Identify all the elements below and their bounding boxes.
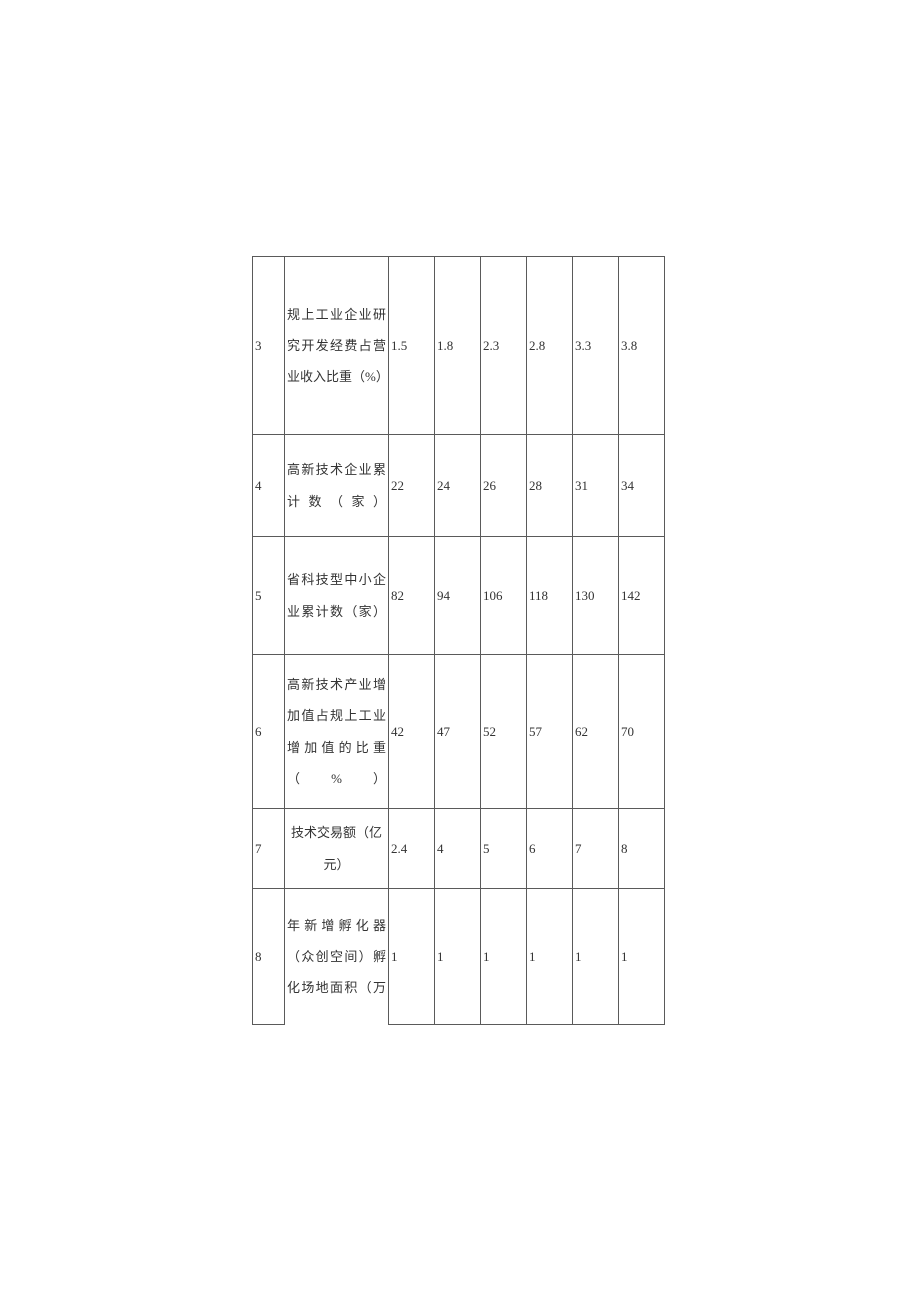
row-value: 24 [435,435,481,537]
row-number: 5 [253,537,285,655]
table-row: 5 省科技型中小企业累计数（家） 82 94 106 118 130 142 [253,537,665,655]
row-value: 1 [619,889,665,1025]
row-value: 70 [619,655,665,809]
table-row: 8 年新增孵化器（众创空间）孵化场地面积（万 1 1 1 1 1 1 [253,889,665,1025]
row-value: 7 [573,809,619,889]
row-value: 26 [481,435,527,537]
row-value: 31 [573,435,619,537]
row-value: 2.4 [389,809,435,889]
row-value: 106 [481,537,527,655]
row-value: 34 [619,435,665,537]
row-value: 3.3 [573,257,619,435]
row-value: 28 [527,435,573,537]
row-number: 8 [253,889,285,1025]
row-value: 1 [573,889,619,1025]
row-value: 52 [481,655,527,809]
row-number: 3 [253,257,285,435]
row-number: 6 [253,655,285,809]
row-value: 8 [619,809,665,889]
row-label: 技术交易额（亿元） [285,809,389,889]
row-value: 5 [481,809,527,889]
row-label: 规上工业企业研究开发经费占营业收入比重（%） [285,257,389,435]
table-row: 4 高新技术企业累计数（家） 22 24 26 28 31 34 [253,435,665,537]
row-number: 4 [253,435,285,537]
row-label: 年新增孵化器（众创空间）孵化场地面积（万 [285,889,389,1025]
row-value: 42 [389,655,435,809]
row-value: 1 [481,889,527,1025]
row-value: 94 [435,537,481,655]
row-value: 1 [527,889,573,1025]
row-label: 高新技术企业累计数（家） [285,435,389,537]
table-row: 3 规上工业企业研究开发经费占营业收入比重（%） 1.5 1.8 2.3 2.8… [253,257,665,435]
table-row: 7 技术交易额（亿元） 2.4 4 5 6 7 8 [253,809,665,889]
row-value: 1.8 [435,257,481,435]
row-value: 2.8 [527,257,573,435]
row-value: 130 [573,537,619,655]
data-table-container: 3 规上工业企业研究开发经费占营业收入比重（%） 1.5 1.8 2.3 2.8… [252,256,664,1025]
row-value: 57 [527,655,573,809]
row-number: 7 [253,809,285,889]
row-value: 47 [435,655,481,809]
row-value: 1.5 [389,257,435,435]
data-table: 3 规上工业企业研究开发经费占营业收入比重（%） 1.5 1.8 2.3 2.8… [252,256,665,1025]
table-row: 6 高新技术产业增加值占规上工业增加值的比重（%） 42 47 52 57 62… [253,655,665,809]
row-value: 118 [527,537,573,655]
row-value: 1 [389,889,435,1025]
row-value: 3.8 [619,257,665,435]
row-value: 62 [573,655,619,809]
row-value: 82 [389,537,435,655]
row-value: 2.3 [481,257,527,435]
row-label: 高新技术产业增加值占规上工业增加值的比重（%） [285,655,389,809]
row-value: 4 [435,809,481,889]
row-label: 省科技型中小企业累计数（家） [285,537,389,655]
row-value: 22 [389,435,435,537]
row-value: 6 [527,809,573,889]
row-value: 142 [619,537,665,655]
row-value: 1 [435,889,481,1025]
